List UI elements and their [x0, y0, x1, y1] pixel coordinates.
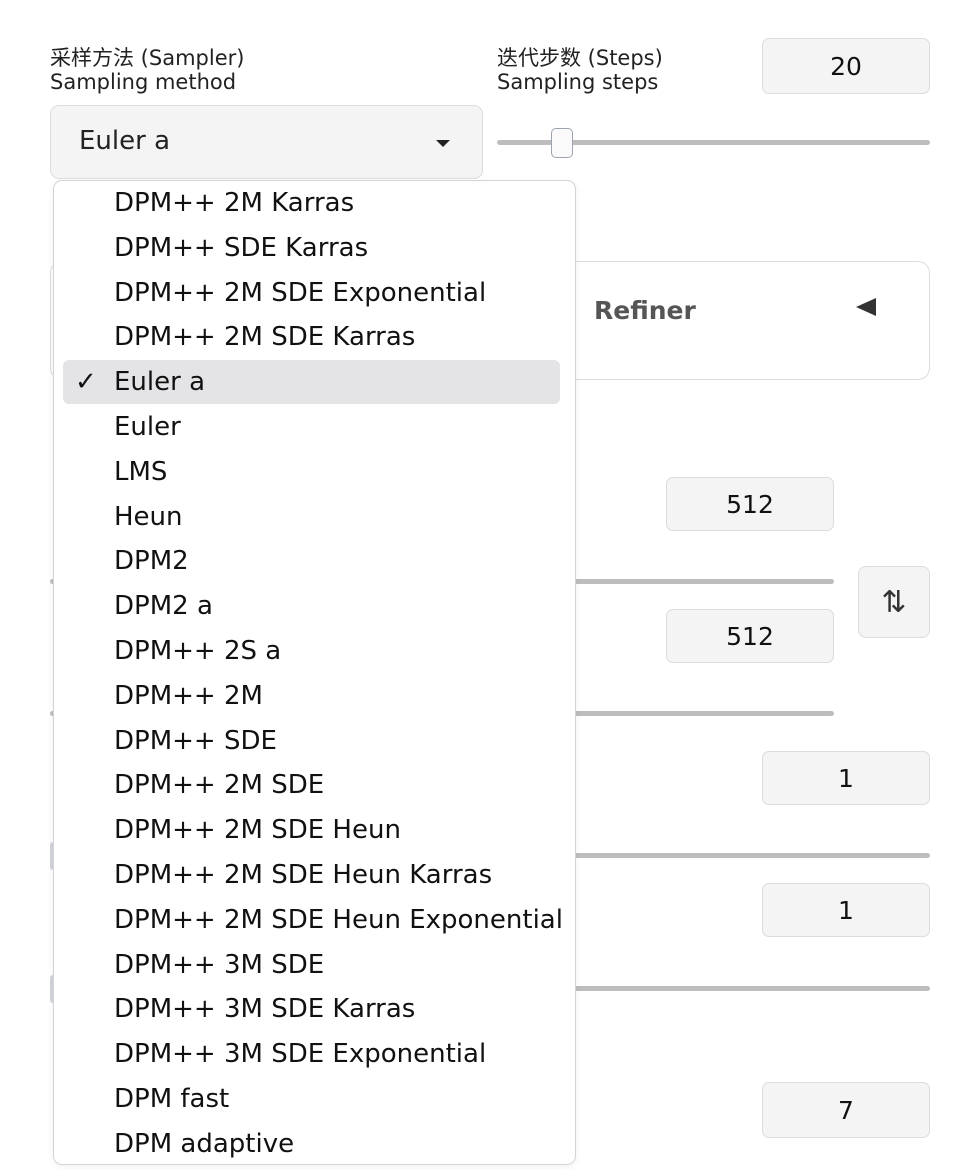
- sampler-option[interactable]: ✓ Euler a: [63, 360, 560, 405]
- refiner-label: Refiner: [594, 296, 696, 325]
- sampler-option-label: DPM++ 2S a: [114, 636, 282, 666]
- sampler-option-label: DPM++ 2M SDE: [114, 770, 325, 801]
- sampler-option[interactable]: DPM++ 3M SDE: [63, 943, 560, 987]
- sampler-option[interactable]: DPM++ 2M SDE: [63, 763, 560, 807]
- sampler-option[interactable]: DPM2 a: [63, 584, 560, 628]
- sampler-option-label: DPM++ SDE Karras: [114, 232, 369, 263]
- sampler-option[interactable]: DPM++ 3M SDE Karras: [63, 987, 560, 1031]
- sampler-option[interactable]: DPM2: [63, 539, 560, 583]
- steps-number-input[interactable]: 20: [762, 38, 930, 94]
- sampler-option-label: DPM++ 3M SDE Exponential: [114, 1039, 487, 1070]
- sampler-option[interactable]: Euler: [63, 405, 560, 449]
- sampler-option-label: Euler: [114, 412, 181, 442]
- width-number-input[interactable]: 512: [666, 477, 834, 531]
- checkmark-icon: ✓: [75, 367, 97, 398]
- sampler-option[interactable]: DPM++ 2M Karras: [63, 181, 560, 225]
- sampler-option-label: Euler a: [114, 367, 206, 398]
- sampler-option-label: DPM++ 2M SDE Exponential: [114, 277, 487, 308]
- steps-slider-thumb[interactable]: [550, 128, 573, 158]
- sampler-option-label: DPM++ 2M SDE Karras: [114, 322, 416, 353]
- sampler-option-label: DPM++ 3M SDE Karras: [114, 994, 416, 1025]
- sampler-option[interactable]: DPM++ SDE: [63, 719, 560, 763]
- sampler-option[interactable]: DPM++ 3M SDE Exponential: [63, 1032, 560, 1076]
- steps-label-en: Sampling steps: [497, 70, 659, 94]
- sampler-option[interactable]: DPM++ 2M SDE Heun: [63, 808, 560, 852]
- sampler-option[interactable]: DPM++ 2M SDE Heun Exponential: [63, 898, 563, 942]
- sampler-option-label: Heun: [114, 501, 183, 532]
- sampler-option-label: DPM2: [114, 546, 189, 577]
- sampler-option[interactable]: LMS: [63, 450, 560, 494]
- sampler-option-label: DPM++ 3M SDE: [114, 949, 325, 980]
- sampler-option[interactable]: Heun: [63, 495, 560, 539]
- steps-label-zh: 迭代步数 (Steps): [497, 46, 663, 70]
- sampler-option-label: DPM++ SDE: [114, 725, 277, 756]
- sampler-label-zh: 采样方法 (Sampler): [50, 46, 245, 70]
- sampler-option[interactable]: DPM fast: [63, 1077, 560, 1121]
- sampler-option[interactable]: DPM++ 2S a: [63, 629, 560, 673]
- sampler-option[interactable]: DPM++ 2M SDE Exponential: [63, 271, 560, 315]
- sampler-option[interactable]: DPM++ 2M SDE Heun Karras: [63, 853, 560, 897]
- sampler-dropdown-list[interactable]: DPM++ 2M Karras DPM++ SDE Karras DPM++ 2M …: [53, 180, 576, 1165]
- sampler-option-label: DPM++ 2M SDE Heun: [114, 815, 401, 846]
- batch-count-number-input[interactable]: 1: [762, 751, 930, 805]
- sampler-selected-value: Euler a: [79, 126, 171, 156]
- sampler-option[interactable]: DPM adaptive: [63, 1122, 560, 1164]
- sampler-select[interactable]: Euler a: [50, 105, 483, 179]
- sampler-option-label: DPM fast: [114, 1084, 230, 1114]
- sampler-option-label: DPM++ 2M SDE Heun Exponential: [114, 904, 563, 935]
- sampler-option-label: DPM2 a: [114, 591, 213, 622]
- sampler-option-label: LMS: [114, 456, 168, 487]
- sampler-label-en: Sampling method: [50, 70, 237, 94]
- sampler-option-label: DPM++ 2M: [114, 680, 263, 711]
- sampler-option-label: DPM adaptive: [114, 1128, 295, 1159]
- sampler-option[interactable]: DPM++ SDE Karras: [63, 226, 560, 270]
- chevron-down-icon: [436, 140, 450, 147]
- sampler-option-label: DPM++ 2M Karras: [114, 188, 355, 218]
- height-number-input[interactable]: 512: [666, 609, 834, 663]
- sampler-option[interactable]: DPM++ 2M SDE Karras: [63, 315, 560, 359]
- cfg-scale-number-input[interactable]: 7: [762, 1082, 930, 1138]
- collapse-triangle-icon[interactable]: [856, 298, 876, 316]
- batch-size-number-input[interactable]: 1: [762, 883, 930, 937]
- swap-dimensions-icon: ⇅: [881, 584, 907, 620]
- sampler-option-label: DPM++ 2M SDE Heun Karras: [114, 860, 493, 890]
- sampler-option[interactable]: DPM++ 2M: [63, 674, 560, 718]
- swap-dimensions-button[interactable]: ⇅: [858, 566, 930, 638]
